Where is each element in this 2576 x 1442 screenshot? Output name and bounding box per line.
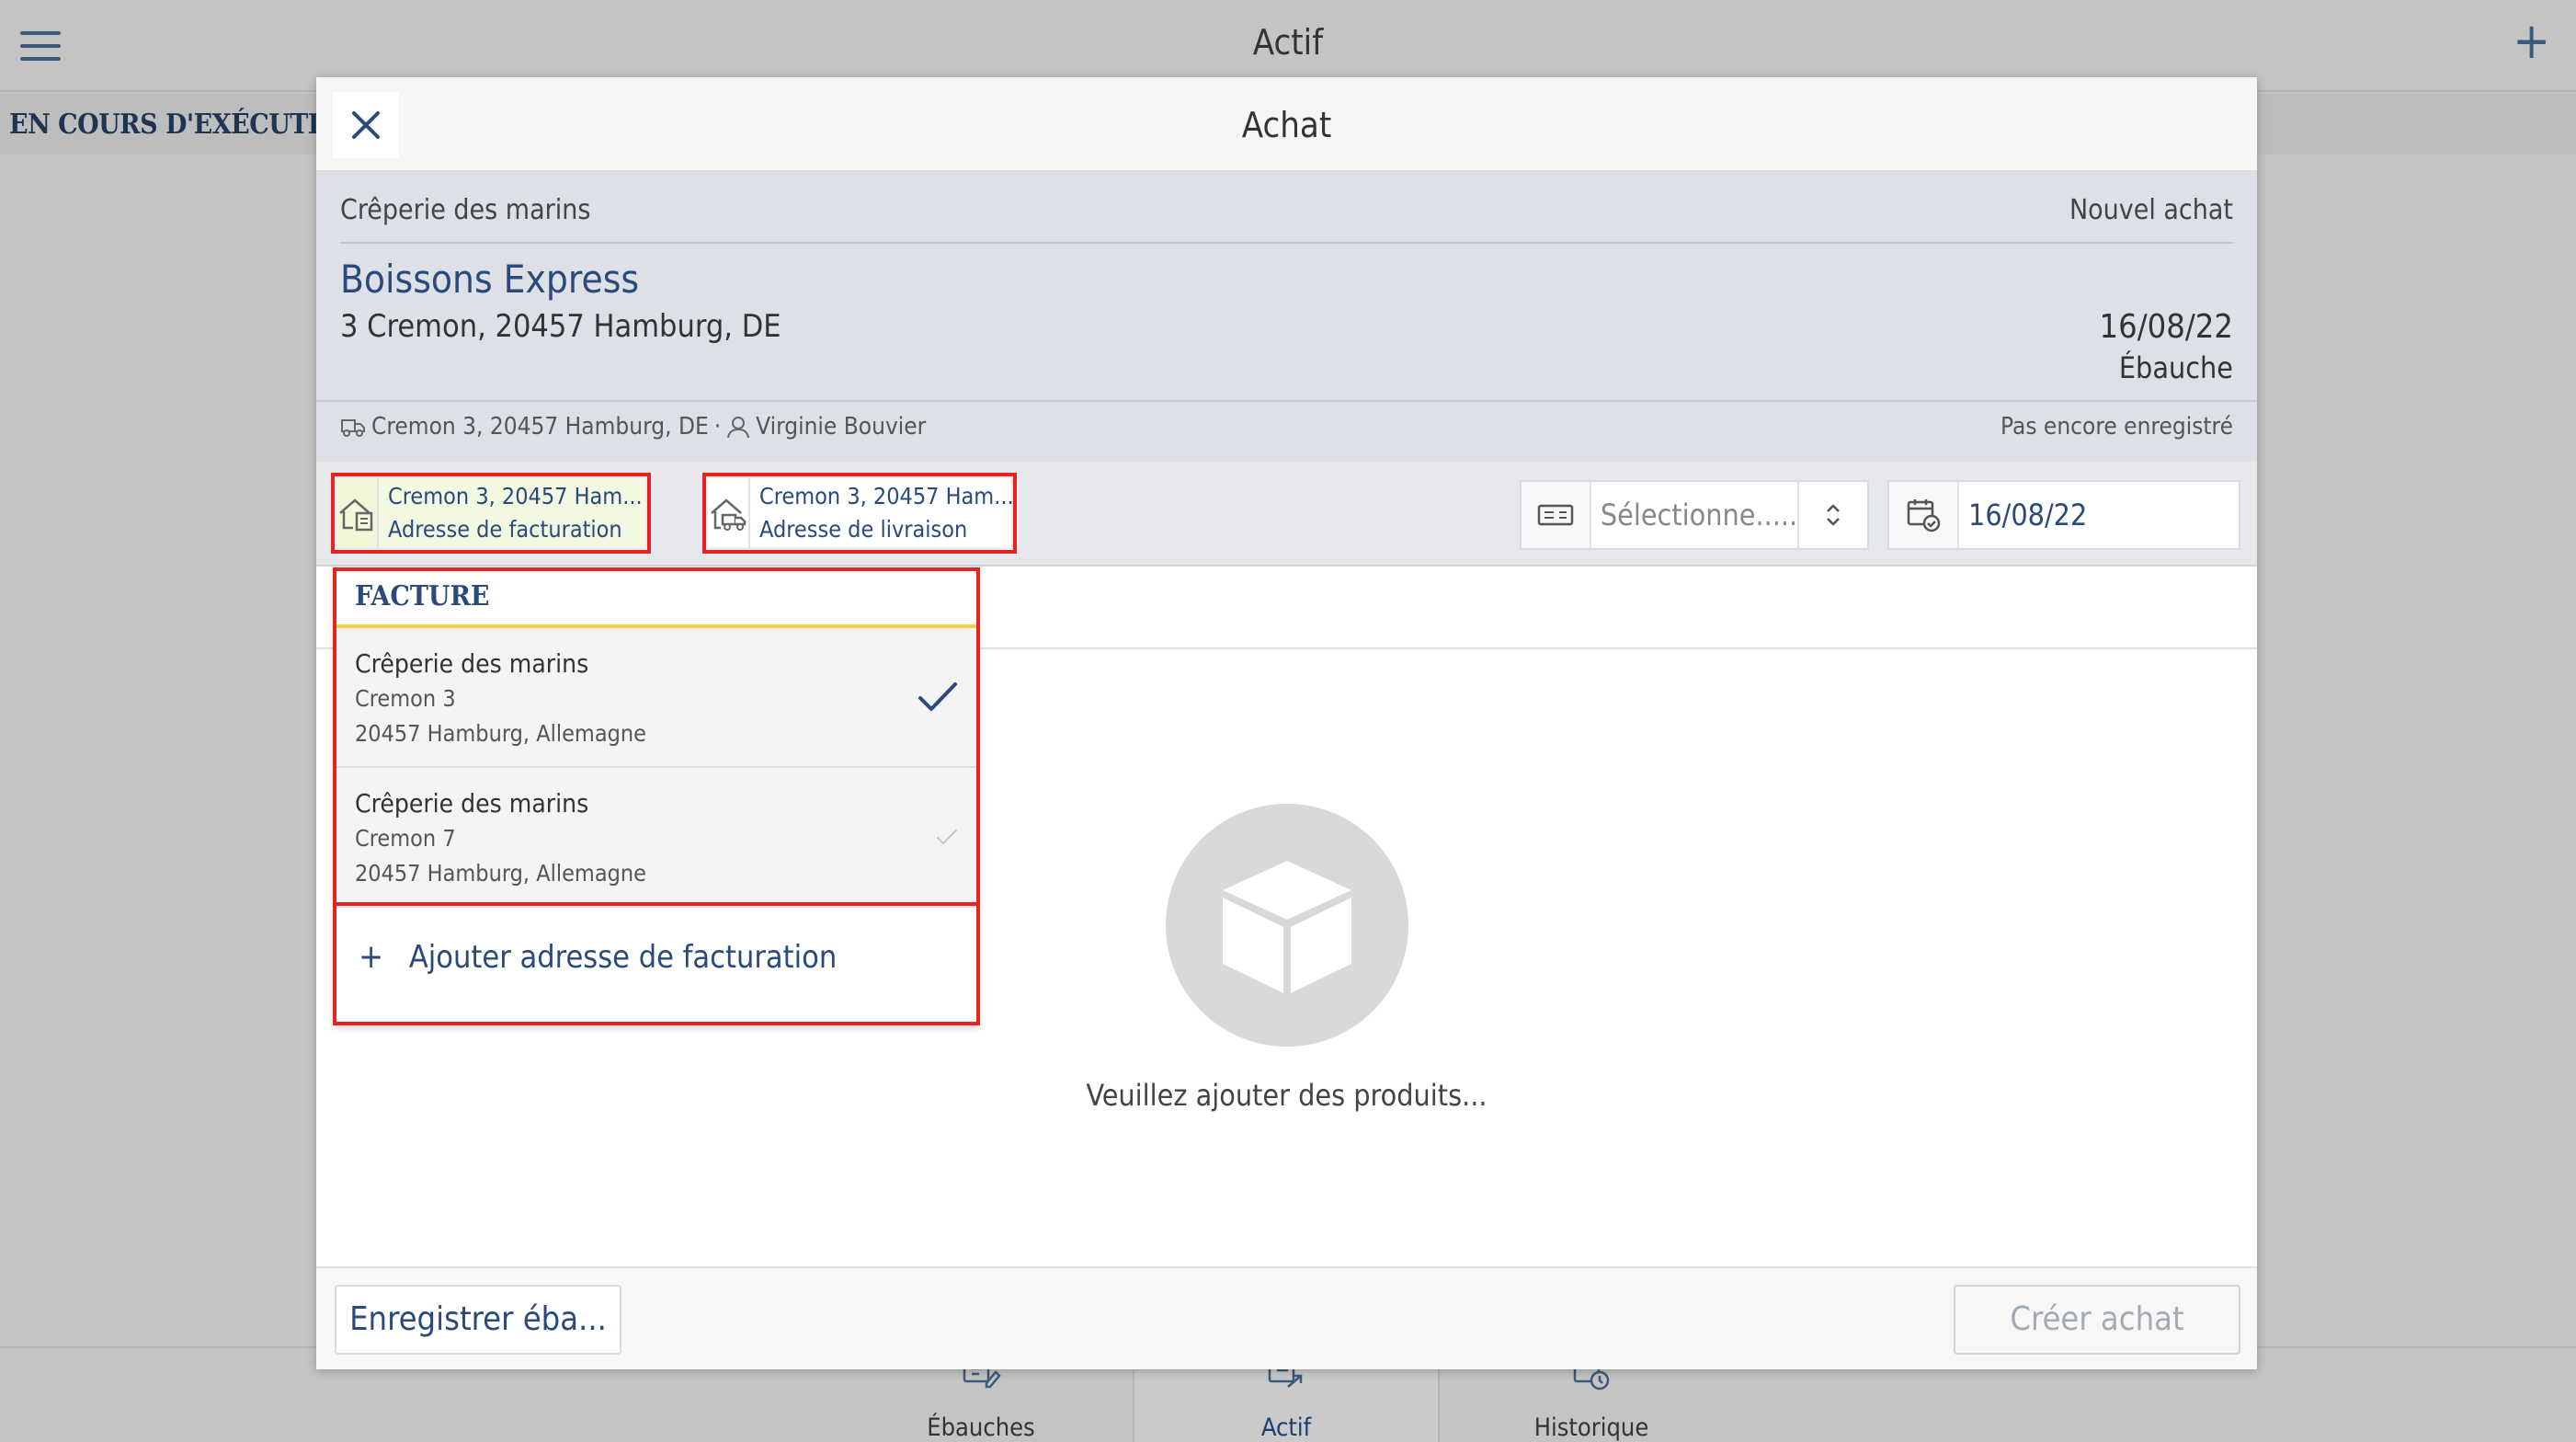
address-toolbar: Cremon 3, 20457 Ham... Adresse de factur… <box>316 462 2257 566</box>
modal-title: Achat <box>1241 105 1332 145</box>
address-option[interactable]: Crêperie des marins Cremon 7 20457 Hambu… <box>335 768 978 908</box>
empty-message: Veuillez ajouter des produits... <box>1086 1078 1487 1113</box>
updown-chevron-icon <box>1797 482 1867 548</box>
checkmark-icon <box>918 682 957 711</box>
payment-method-value: Sélectionne..... <box>1600 498 1798 532</box>
payment-method-select[interactable]: Sélectionne..... <box>1520 480 1869 550</box>
billing-address-line2: Adresse de facturation <box>388 516 622 543</box>
section-label: EN COURS D'EXÉCUTION <box>9 109 363 141</box>
save-draft-button[interactable]: Enregistrer éba... <box>335 1285 621 1355</box>
billing-house-icon <box>336 478 379 548</box>
tab-drafts-label: Ébauches <box>927 1413 1035 1442</box>
purchase-date: 16/08/22 <box>2099 308 2233 346</box>
dropdown-header: FACTURE <box>335 569 978 628</box>
address-option-city: 20457 Hamburg, Allemagne <box>355 860 646 887</box>
checkmark-icon <box>937 830 957 844</box>
address-option-name: Crêperie des marins <box>355 788 589 818</box>
divider <box>340 242 2233 244</box>
delivery-house-icon <box>708 478 750 548</box>
date-value: 16/08/22 <box>1968 498 2088 532</box>
create-purchase-button[interactable]: Créer achat <box>1954 1285 2240 1355</box>
supplier-address: 3 Cremon, 20457 Hamburg, DE <box>340 308 781 345</box>
meta-contact: Virginie Bouvier <box>756 413 927 441</box>
billing-address-line1: Cremon 3, 20457 Ham... <box>388 483 643 509</box>
address-option-city: 20457 Hamburg, Allemagne <box>355 720 646 747</box>
divider <box>316 400 2257 402</box>
billing-address-dropdown: FACTURE Crêperie des marins Cremon 3 204… <box>335 569 978 1025</box>
address-option-street: Cremon 7 <box>355 825 456 852</box>
address-option[interactable]: Crêperie des marins Cremon 3 20457 Hambu… <box>335 628 978 768</box>
user-icon <box>727 417 750 439</box>
tab-active-label: Actif <box>1260 1413 1312 1442</box>
add-icon[interactable]: + <box>2513 17 2550 66</box>
modal-header: Achat <box>316 77 2257 172</box>
delivery-truck-icon <box>341 419 365 437</box>
meta-address: Cremon 3, 20457 Hamburg, DE <box>371 413 709 441</box>
payment-card-icon <box>1522 482 1591 548</box>
box-icon <box>1166 804 1408 1047</box>
plus-icon: + <box>359 938 384 976</box>
billing-address-button[interactable]: Cremon 3, 20457 Ham... Adresse de factur… <box>331 473 651 554</box>
shop-name: Crêperie des marins <box>340 194 591 226</box>
address-option-street: Cremon 3 <box>355 685 456 712</box>
app-title: Actif <box>1252 22 1324 63</box>
delivery-address-line1: Cremon 3, 20457 Ham... <box>759 483 1014 509</box>
purchase-status: Nouvel achat <box>2069 194 2233 226</box>
meta-separator: · <box>713 413 722 441</box>
save-status: Pas encore enregistré <box>2000 413 2233 441</box>
modal-footer: Enregistrer éba... Créer achat <box>316 1266 2257 1369</box>
delivery-meta: Cremon 3, 20457 Hamburg, DE · Virginie B… <box>340 413 926 441</box>
delivery-address-button[interactable]: Cremon 3, 20457 Ham... Adresse de livrai… <box>702 473 1017 554</box>
delivery-address-line2: Adresse de livraison <box>759 516 968 543</box>
supplier-name[interactable]: Boissons Express <box>340 257 639 302</box>
address-option-name: Crêperie des marins <box>355 648 589 679</box>
add-billing-address-label: Ajouter adresse de facturation <box>408 939 838 976</box>
tab-history-label: Historique <box>1533 1413 1649 1442</box>
draft-status: Ébauche <box>2118 350 2233 385</box>
calendar-check-icon <box>1889 482 1959 548</box>
add-billing-address-button[interactable]: + Ajouter adresse de facturation <box>335 908 978 1025</box>
date-field[interactable]: 16/08/22 <box>1887 480 2240 550</box>
